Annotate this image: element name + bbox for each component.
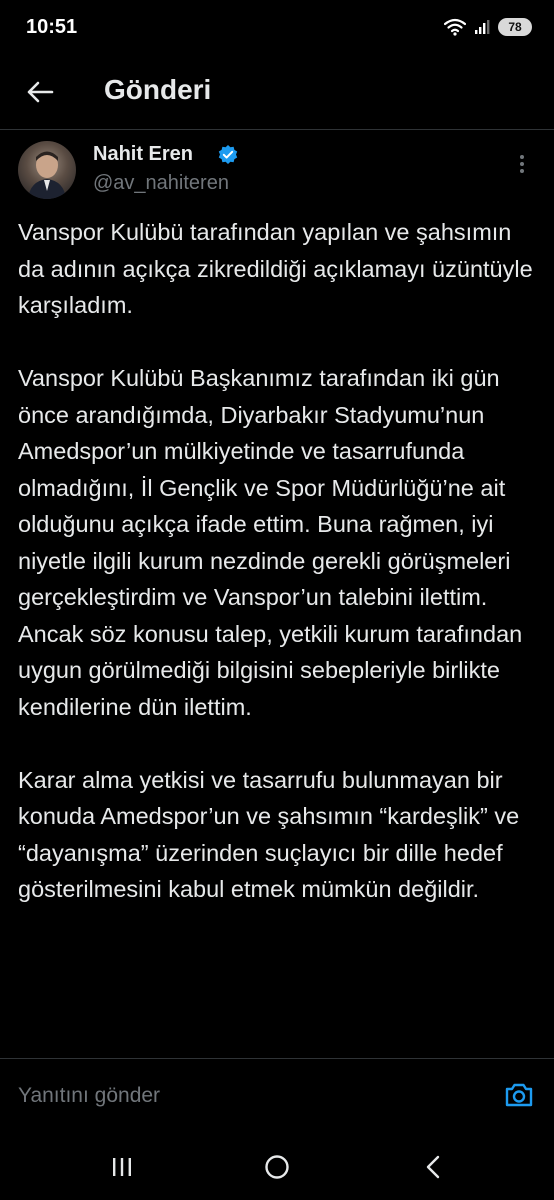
author-name[interactable]: Nahit Eren <box>93 143 193 166</box>
recent-apps-icon <box>113 1158 131 1176</box>
avatar-image <box>28 151 66 199</box>
status-time: 10:51 <box>26 16 78 38</box>
back-button[interactable] <box>20 72 60 112</box>
battery-icon: 78 <box>498 18 532 36</box>
header-divider <box>0 129 554 130</box>
arrow-left-icon <box>27 81 54 103</box>
post-header: Gönderi <box>0 52 554 130</box>
verified-badge-icon <box>218 145 238 164</box>
post-text: Vanspor Kulübü tarafından yapılan ve şah… <box>18 214 538 908</box>
camera-icon <box>505 1083 533 1107</box>
back-icon <box>426 1155 440 1179</box>
author-handle[interactable]: @av_nahiteren <box>93 172 229 195</box>
post-paragraph: Karar alma yetkisi ve tasarrufu bulunmay… <box>18 766 520 903</box>
page-title: Gönderi <box>104 74 212 105</box>
signal-icon <box>475 20 490 34</box>
post-paragraph: Vanspor Kulübü Başkanımız tarafından iki… <box>18 365 523 720</box>
home-icon <box>265 1155 289 1179</box>
system-back-button[interactable] <box>413 1150 453 1184</box>
recent-apps-button[interactable] <box>102 1150 142 1184</box>
status-icons: 78 <box>444 15 532 39</box>
more-dot <box>520 169 524 173</box>
camera-button[interactable] <box>502 1078 536 1112</box>
home-button[interactable] <box>257 1150 297 1184</box>
more-dot <box>520 155 524 159</box>
status-bar: 10:51 78 <box>0 0 554 52</box>
avatar[interactable] <box>18 141 76 199</box>
reply-input[interactable]: Yanıtını gönder <box>18 1080 458 1112</box>
wifi-icon <box>444 18 466 36</box>
post-paragraph: Vanspor Kulübü tarafından yapılan ve şah… <box>18 219 533 318</box>
reply-divider <box>0 1058 554 1059</box>
system-nav-bar <box>0 1136 554 1200</box>
more-options-button[interactable] <box>510 152 534 176</box>
more-dot <box>520 162 524 166</box>
